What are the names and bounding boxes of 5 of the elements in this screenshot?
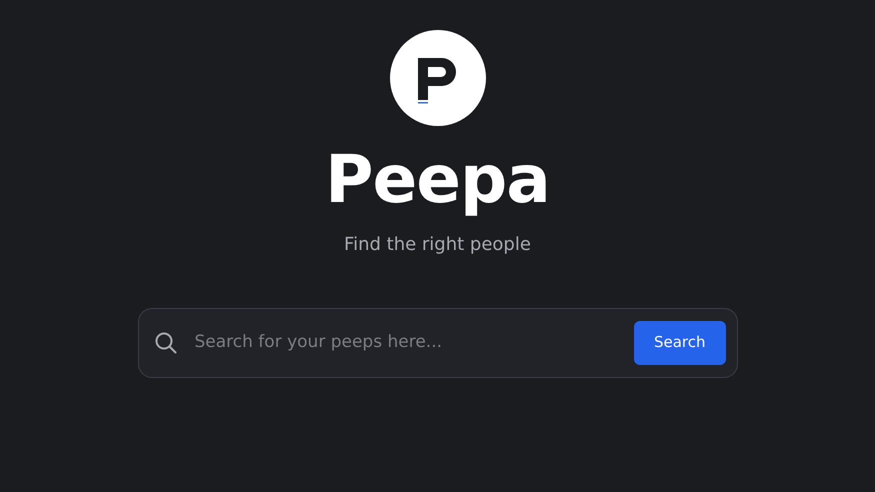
tagline: Find the right people [344, 232, 531, 257]
search-icon [154, 332, 176, 354]
search-button[interactable]: Search [634, 320, 726, 365]
app-title: Peepa [325, 144, 550, 217]
search-field[interactable]: Search for your peeps here... Search [138, 308, 738, 378]
